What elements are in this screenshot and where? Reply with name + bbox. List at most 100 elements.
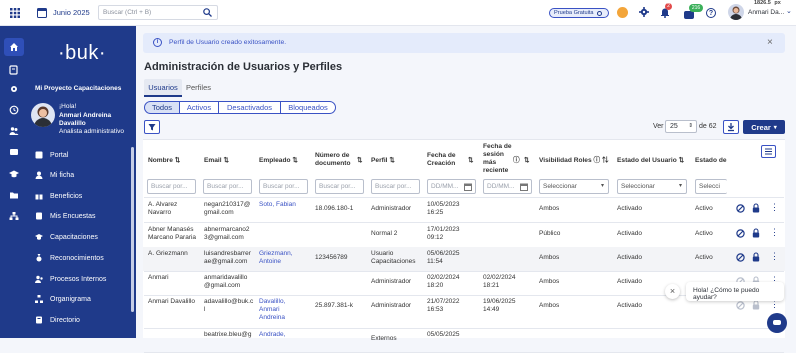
sort-icon[interactable]: ⇅ — [468, 157, 474, 165]
calendar-icon[interactable] — [464, 183, 472, 191]
filter-perfil-input[interactable]: Buscar por... — [371, 179, 420, 194]
sidebar-item-organigrama[interactable]: Organigrama — [34, 291, 91, 307]
tab-usuarios[interactable]: Usuarios — [144, 79, 182, 96]
search-icon[interactable] — [203, 8, 212, 17]
sort-icon[interactable]: ⇅ — [389, 157, 395, 164]
sort-icon[interactable]: ⇅ — [175, 157, 181, 164]
filter-todos-button[interactable]: Todos — [144, 101, 180, 114]
hat-icon[interactable] — [7, 167, 21, 181]
sidebar-avatar[interactable] — [31, 103, 55, 127]
filter-bloqueados-button[interactable]: Bloqueados — [280, 101, 336, 114]
filter-fecha-creacion-input[interactable]: DD/MM... — [427, 179, 476, 194]
lock-icon[interactable] — [752, 203, 760, 213]
filter-nombre-input[interactable]: Buscar por... — [147, 179, 196, 194]
filter-visibilidad-select[interactable]: Seleccionar ▾ — [539, 179, 609, 194]
filter-estado-usuario-select[interactable]: Seleccionar ▾ — [617, 179, 687, 194]
help-icon[interactable]: ? — [706, 8, 716, 18]
sort-icon[interactable]: ⇅ — [679, 157, 685, 164]
filter-activos-button[interactable]: Activos — [179, 101, 219, 114]
org-icon[interactable] — [7, 209, 21, 223]
buk-logo[interactable]: ·buk· — [28, 42, 136, 65]
filter-email-input[interactable]: Buscar por... — [203, 179, 252, 194]
more-options-icon[interactable]: ⋮ — [770, 300, 779, 309]
folder-icon[interactable] — [7, 188, 21, 202]
history-icon[interactable] — [7, 103, 21, 117]
header-documento[interactable]: Número de documento — [315, 152, 351, 168]
search-box[interactable]: Buscar (Ctrl + B) — [98, 5, 218, 20]
grid-menu-icon[interactable] — [10, 8, 20, 18]
sort-icon[interactable]: ⇅ — [292, 157, 298, 164]
create-button[interactable]: Crear ▾ — [743, 120, 785, 134]
cell-empleado-link[interactable]: Andreina — [259, 314, 285, 322]
info-icon[interactable]: ⓘ — [513, 157, 520, 165]
sort-icon[interactable]: ⇅ — [524, 157, 530, 165]
filter-desactivados-button[interactable]: Desactivados — [218, 101, 281, 114]
cell-empleado-link[interactable]: Soto, Fabian — [259, 201, 296, 209]
calendar-icon[interactable] — [520, 183, 528, 191]
home-icon[interactable] — [4, 38, 24, 56]
header-email[interactable]: Email ⇅ — [204, 157, 229, 165]
cell-empleado-link[interactable]: Griezmann, — [259, 250, 293, 258]
sort-icon[interactable]: ⇅ — [223, 157, 229, 164]
chat-launcher-button[interactable] — [767, 313, 787, 333]
per-page-select[interactable]: 25 ⇕ — [665, 120, 697, 133]
block-icon[interactable] — [736, 204, 745, 213]
pin-icon[interactable] — [7, 83, 21, 97]
tab-perfiles[interactable]: Perfiles — [186, 79, 211, 96]
close-icon[interactable]: × — [767, 37, 773, 48]
column-settings-button[interactable] — [761, 145, 776, 158]
filter-empleado-input[interactable]: Buscar por... — [259, 179, 308, 194]
more-options-icon[interactable]: ⋮ — [770, 203, 779, 212]
download-button[interactable] — [723, 120, 739, 134]
sort-icon[interactable]: ⇅ — [602, 157, 609, 164]
trial-badge[interactable]: Prueba Gratuita — [549, 8, 609, 18]
search-input[interactable]: Buscar (Ctrl + B) — [103, 9, 151, 16]
sidebar-item-mi-ficha[interactable]: Mi ficha — [34, 167, 74, 183]
cell-empleado-link[interactable]: Anmari — [259, 306, 280, 314]
header-nombre[interactable]: Nombre ⇅ — [148, 157, 180, 165]
user-avatar[interactable] — [728, 4, 744, 20]
header-estado-otro[interactable]: Estado de — [695, 157, 727, 165]
month-selector[interactable]: Junio 2025 — [53, 8, 90, 17]
coin-icon[interactable] — [617, 7, 628, 18]
cell-empleado-link[interactable]: Davalillo, — [259, 298, 285, 306]
sidebar-item-beneficios[interactable]: Beneficios — [34, 188, 82, 204]
chat-close-button[interactable]: × — [665, 284, 680, 299]
header-fecha-creacion[interactable]: Fecha de Creación — [427, 152, 456, 168]
sidebar-item-mis-encuestas[interactable]: Mis Encuestas — [34, 208, 96, 224]
lock-icon[interactable] — [752, 300, 760, 310]
cell-empleado-link[interactable]: Antoine — [259, 258, 281, 266]
sidebar-item-directorio[interactable]: Directorio — [34, 312, 80, 328]
chevron-down-icon[interactable]: ⌄ — [786, 7, 792, 15]
gear-icon[interactable] — [639, 7, 649, 17]
people-icon[interactable] — [7, 124, 21, 138]
block-icon[interactable] — [736, 253, 745, 262]
header-estado-usuario[interactable]: Estado del Usuario ⇅ — [617, 157, 684, 165]
sidebar-item-capacitaciones[interactable]: Capacitaciones — [34, 229, 98, 245]
sidebar-item-procesos-internos[interactable]: Procesos Internos — [34, 271, 106, 287]
lock-icon[interactable] — [752, 252, 760, 262]
filter-toggle-button[interactable] — [144, 120, 160, 134]
wallet-icon[interactable] — [7, 145, 21, 159]
block-icon[interactable] — [736, 301, 745, 310]
header-fecha-sesion[interactable]: Fecha de sesión más reciente — [483, 143, 512, 175]
header-empleado[interactable]: Empleado ⇅ — [259, 157, 298, 165]
sort-icon[interactable]: ⇅ — [357, 157, 363, 165]
more-options-icon[interactable]: ⋮ — [770, 228, 779, 237]
filter-fecha-sesion-input[interactable]: DD/MM... — [483, 179, 532, 194]
lock-icon[interactable] — [752, 228, 760, 238]
header-visibilidad[interactable]: Visibilidad Roles ⓘ ⇅ — [539, 157, 609, 165]
filter-documento-input[interactable]: Buscar por... — [315, 179, 364, 194]
points-icon[interactable] — [684, 11, 694, 19]
block-icon[interactable] — [736, 229, 745, 238]
header-perfil[interactable]: Perfil ⇅ — [371, 157, 395, 165]
sidebar-item-portal[interactable]: Portal — [34, 147, 68, 163]
info-icon[interactable]: ⓘ — [594, 157, 601, 164]
more-options-icon[interactable]: ⋮ — [770, 252, 779, 261]
user-name-short[interactable]: Anmari Da... — [748, 9, 784, 16]
filter-estado-otro-select[interactable]: Selecci — [695, 179, 727, 194]
docs-icon[interactable] — [7, 63, 21, 77]
calendar-icon[interactable] — [37, 7, 47, 18]
sidebar-item-reconocimientos[interactable]: Reconocimientos — [34, 250, 104, 266]
chat-bubble[interactable]: Hola! ¿Cómo te puedo ayudar? — [686, 282, 784, 301]
